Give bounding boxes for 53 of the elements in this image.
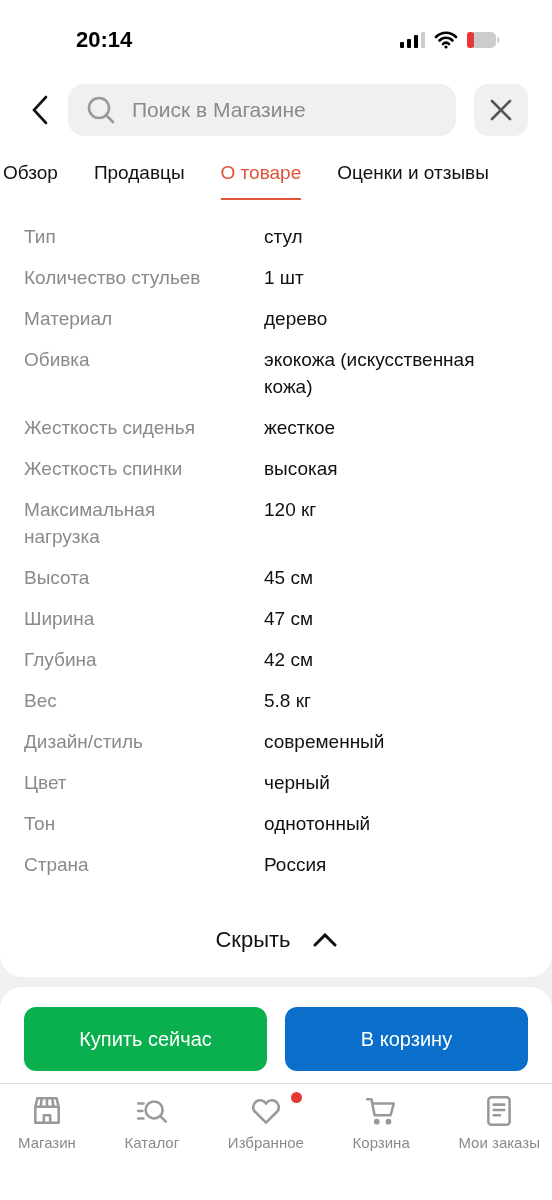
spec-value: дерево <box>264 307 329 331</box>
spec-value: 42 см <box>264 648 314 672</box>
spec-name: Дизайн/стиль <box>24 730 144 754</box>
nav-item[interactable]: Корзина <box>352 1094 410 1151</box>
signal-icon <box>400 32 426 48</box>
wifi-icon <box>434 31 458 49</box>
tab[interactable]: Оценки и отзывы <box>337 158 489 200</box>
spec-value: Россия <box>264 853 328 877</box>
chevron-up-icon <box>312 933 337 947</box>
spec-value: стул <box>264 225 304 249</box>
back-button[interactable] <box>30 95 50 125</box>
tab[interactable]: Продавцы <box>93 158 185 200</box>
search-field[interactable]: Поиск в Магазине <box>68 84 456 136</box>
battery-icon <box>466 31 500 49</box>
spec-name: Материал <box>24 307 114 331</box>
spec-value: экокожа (искусственная кожа) <box>264 348 476 399</box>
spec-name: Высота <box>24 566 91 590</box>
search-icon <box>86 95 116 125</box>
add-to-cart-button[interactable]: В корзину <box>285 1007 528 1071</box>
spec-name: Тип <box>24 225 57 249</box>
buy-now-button[interactable]: Купить сейчас <box>24 1007 267 1071</box>
nav-item[interactable]: Избранное <box>227 1094 304 1151</box>
close-button[interactable] <box>474 84 528 136</box>
spec-value: однотонный <box>264 812 372 836</box>
close-icon <box>489 98 513 122</box>
spec-name: Максимальная нагрузка <box>24 498 157 549</box>
nav-item[interactable]: Мои заказы <box>458 1094 540 1151</box>
tab[interactable]: Обзор <box>3 158 58 200</box>
spec-name: Обивка <box>24 348 91 372</box>
back-icon <box>30 95 50 125</box>
spec-name: Тон <box>24 812 57 836</box>
spec-name: Ширина <box>24 607 96 631</box>
spec-name: Страна <box>24 853 90 877</box>
status-time: 20:14 <box>76 27 133 53</box>
collapse-button[interactable]: Скрыть <box>215 923 337 957</box>
tab[interactable]: О товаре <box>220 158 302 200</box>
spec-value: высокая <box>264 457 339 481</box>
spec-name: Глубина <box>24 648 98 672</box>
spec-name: Цвет <box>24 771 68 795</box>
spec-value: 47 см <box>264 607 314 631</box>
spec-value: 5.8 кг <box>264 689 312 713</box>
spec-name: Количество стульев <box>24 266 202 290</box>
nav-item[interactable]: Каталог <box>124 1094 180 1151</box>
spec-value: современный <box>264 730 386 754</box>
spec-value: 1 шт <box>264 266 305 290</box>
spec-value: черный <box>264 771 331 795</box>
spec-value: 120 кг <box>264 498 318 522</box>
spec-value: 45 см <box>264 566 314 590</box>
spec-name: Жесткость сиденья <box>24 416 196 440</box>
spec-name: Вес <box>24 689 58 713</box>
spec-name: Жесткость спинки <box>24 457 184 481</box>
spec-value: жесткое <box>264 416 337 440</box>
nav-item[interactable]: Магазин <box>18 1094 76 1151</box>
